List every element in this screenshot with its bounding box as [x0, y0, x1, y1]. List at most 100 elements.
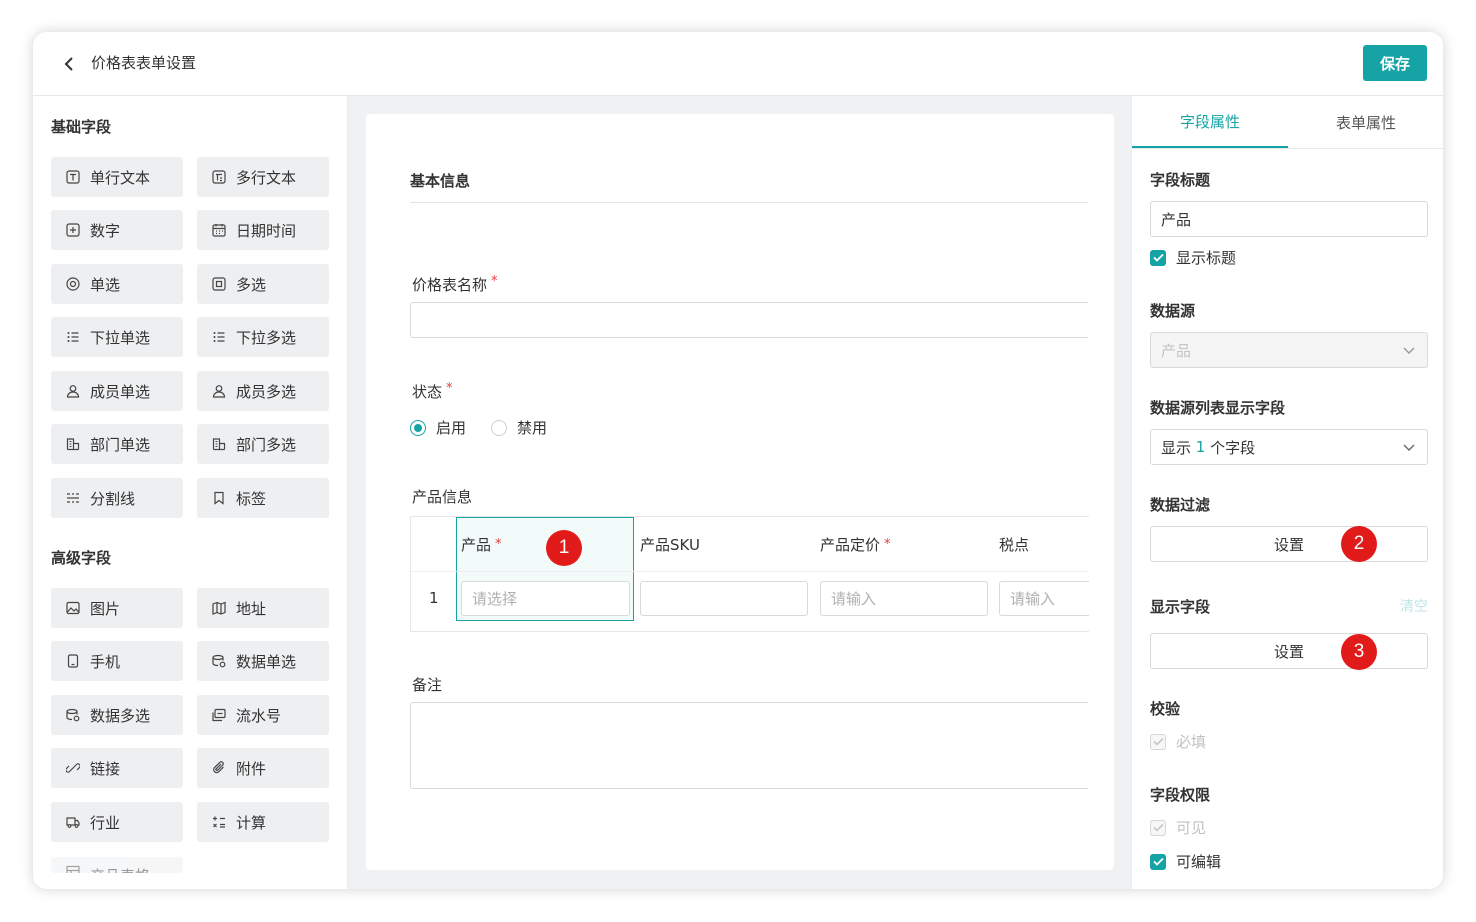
field-label: 流水号 [236, 706, 282, 725]
status-radio-enabled[interactable]: 启用 [410, 417, 466, 438]
required-mark: * [495, 536, 502, 552]
calculator-icon [213, 816, 225, 828]
field-dropdown-multi[interactable]: 下拉多选 [197, 317, 329, 357]
image-icon [66, 601, 80, 615]
field-link[interactable]: 链接 [51, 748, 183, 788]
field-image[interactable]: 图片 [51, 588, 183, 628]
field-label: 数据多选 [90, 706, 151, 725]
price-list-name-label: 价格表名称 * [412, 274, 498, 295]
field-label: 地址 [236, 599, 267, 618]
bookmark-icon [214, 491, 224, 505]
field-multi-line-text[interactable]: 多行文本 [197, 157, 329, 197]
visible-checkbox: 可见 [1150, 817, 1206, 838]
map-icon [212, 601, 226, 615]
field-label: 下拉单选 [90, 328, 151, 347]
truck-icon [66, 817, 80, 828]
field-department-multi[interactable]: 部门多选 [197, 424, 329, 464]
field-title-label: 字段标题 [1150, 171, 1211, 189]
label-text: 价格表名称 [412, 276, 488, 294]
field-checkbox[interactable]: 多选 [197, 264, 329, 304]
column-header-price: 产品定价 * [820, 517, 891, 571]
field-data-single[interactable]: 数据单选 [197, 641, 329, 681]
check-icon [1152, 737, 1164, 746]
field-label: 数字 [90, 221, 121, 240]
department-icon [212, 438, 226, 451]
database-icon [66, 708, 80, 722]
checkbox-icon [212, 277, 226, 291]
field-product-table[interactable]: 产品表格 [51, 857, 183, 873]
annotation-marker-1: 1 [546, 530, 582, 566]
text-icon [66, 170, 80, 184]
field-industry[interactable]: 行业 [51, 802, 183, 842]
editable-checkbox[interactable]: 可编辑 [1150, 851, 1221, 872]
remark-textarea[interactable] [410, 702, 1088, 789]
serial-number-icon [212, 708, 226, 722]
field-datetime[interactable]: 日期时间 [197, 210, 329, 250]
tax-input[interactable]: 请输入 [999, 581, 1089, 616]
field-single-line-text[interactable]: 单行文本 [51, 157, 183, 197]
checkbox-label: 必填 [1176, 733, 1207, 751]
display-fields-label: 显示字段 [1150, 598, 1211, 616]
field-label: 单行文本 [90, 168, 151, 187]
show-title-checkbox[interactable]: 显示标题 [1150, 247, 1236, 268]
checkbox-box [1150, 819, 1166, 836]
phone-icon [67, 654, 79, 668]
field-member-single[interactable]: 成员单选 [51, 371, 183, 411]
field-serial-number[interactable]: 流水号 [197, 695, 329, 735]
clear-display-fields-link[interactable]: 清空 [1400, 596, 1428, 616]
datasource-label: 数据源 [1150, 302, 1196, 320]
status-radio-disabled[interactable]: 禁用 [491, 417, 547, 438]
required-mark: * [491, 274, 498, 289]
checkbox-label: 显示标题 [1176, 249, 1237, 267]
field-dropdown-single[interactable]: 下拉单选 [51, 317, 183, 357]
product-info-label: 产品信息 [412, 488, 473, 506]
field-label: 日期时间 [236, 221, 297, 240]
field-label: 成员多选 [236, 382, 297, 401]
chevron-left-icon[interactable] [61, 54, 77, 74]
product-select-input[interactable]: 请选择 [461, 581, 630, 616]
field-divider[interactable]: 分割线 [51, 478, 183, 518]
field-address[interactable]: 地址 [197, 588, 329, 628]
field-label: 单选 [90, 275, 121, 294]
field-tag[interactable]: 标签 [197, 478, 329, 518]
check-icon [1152, 823, 1164, 832]
header-text: 产品定价 [820, 535, 881, 554]
save-button[interactable]: 保存 [1363, 45, 1427, 81]
field-attachment[interactable]: 附件 [197, 748, 329, 788]
radio-label: 禁用 [517, 419, 548, 437]
field-title-input[interactable]: 产品 [1150, 201, 1428, 237]
label-text: 状态 [412, 383, 443, 401]
checkbox-box [1150, 733, 1166, 750]
list-fields-prefix: 显示 [1161, 438, 1192, 457]
price-input[interactable]: 请输入 [820, 581, 988, 616]
field-department-single[interactable]: 部门单选 [51, 424, 183, 464]
field-phone[interactable]: 手机 [51, 641, 183, 681]
field-data-multi[interactable]: 数据多选 [51, 695, 183, 735]
field-label: 成员单选 [90, 382, 151, 401]
row-index: 1 [429, 589, 439, 607]
calendar-icon [212, 224, 226, 237]
price-list-name-input[interactable] [410, 302, 1088, 338]
field-label: 链接 [90, 759, 121, 778]
field-member-multi[interactable]: 成员多选 [197, 371, 329, 411]
chevron-down-icon [1403, 347, 1415, 354]
display-fields-settings-button[interactable]: 设置 3 [1150, 633, 1428, 670]
list-fields-select[interactable]: 显示 1 个字段 [1150, 429, 1428, 465]
remark-label: 备注 [412, 676, 443, 694]
field-label: 部门单选 [90, 435, 151, 454]
multiline-text-icon [212, 170, 226, 184]
list-icon [67, 332, 79, 342]
field-palette: 基础字段 单行文本 多行文本 数字 日期时间 单选 多选 下拉单选 下拉多选 成… [33, 96, 348, 889]
department-icon [66, 438, 80, 451]
sku-input[interactable] [640, 581, 808, 616]
page-title: 价格表表单设置 [91, 54, 197, 72]
database-icon [212, 654, 226, 668]
section-divider [410, 202, 1088, 203]
field-radio[interactable]: 单选 [51, 264, 183, 304]
paperclip-icon [213, 761, 224, 774]
field-number[interactable]: 数字 [51, 210, 183, 250]
tab-field-properties[interactable]: 字段属性 [1132, 96, 1288, 148]
field-calculation[interactable]: 计算 [197, 802, 329, 842]
data-filter-settings-button[interactable]: 设置 2 [1150, 526, 1428, 562]
tab-form-properties[interactable]: 表单属性 [1288, 96, 1443, 148]
